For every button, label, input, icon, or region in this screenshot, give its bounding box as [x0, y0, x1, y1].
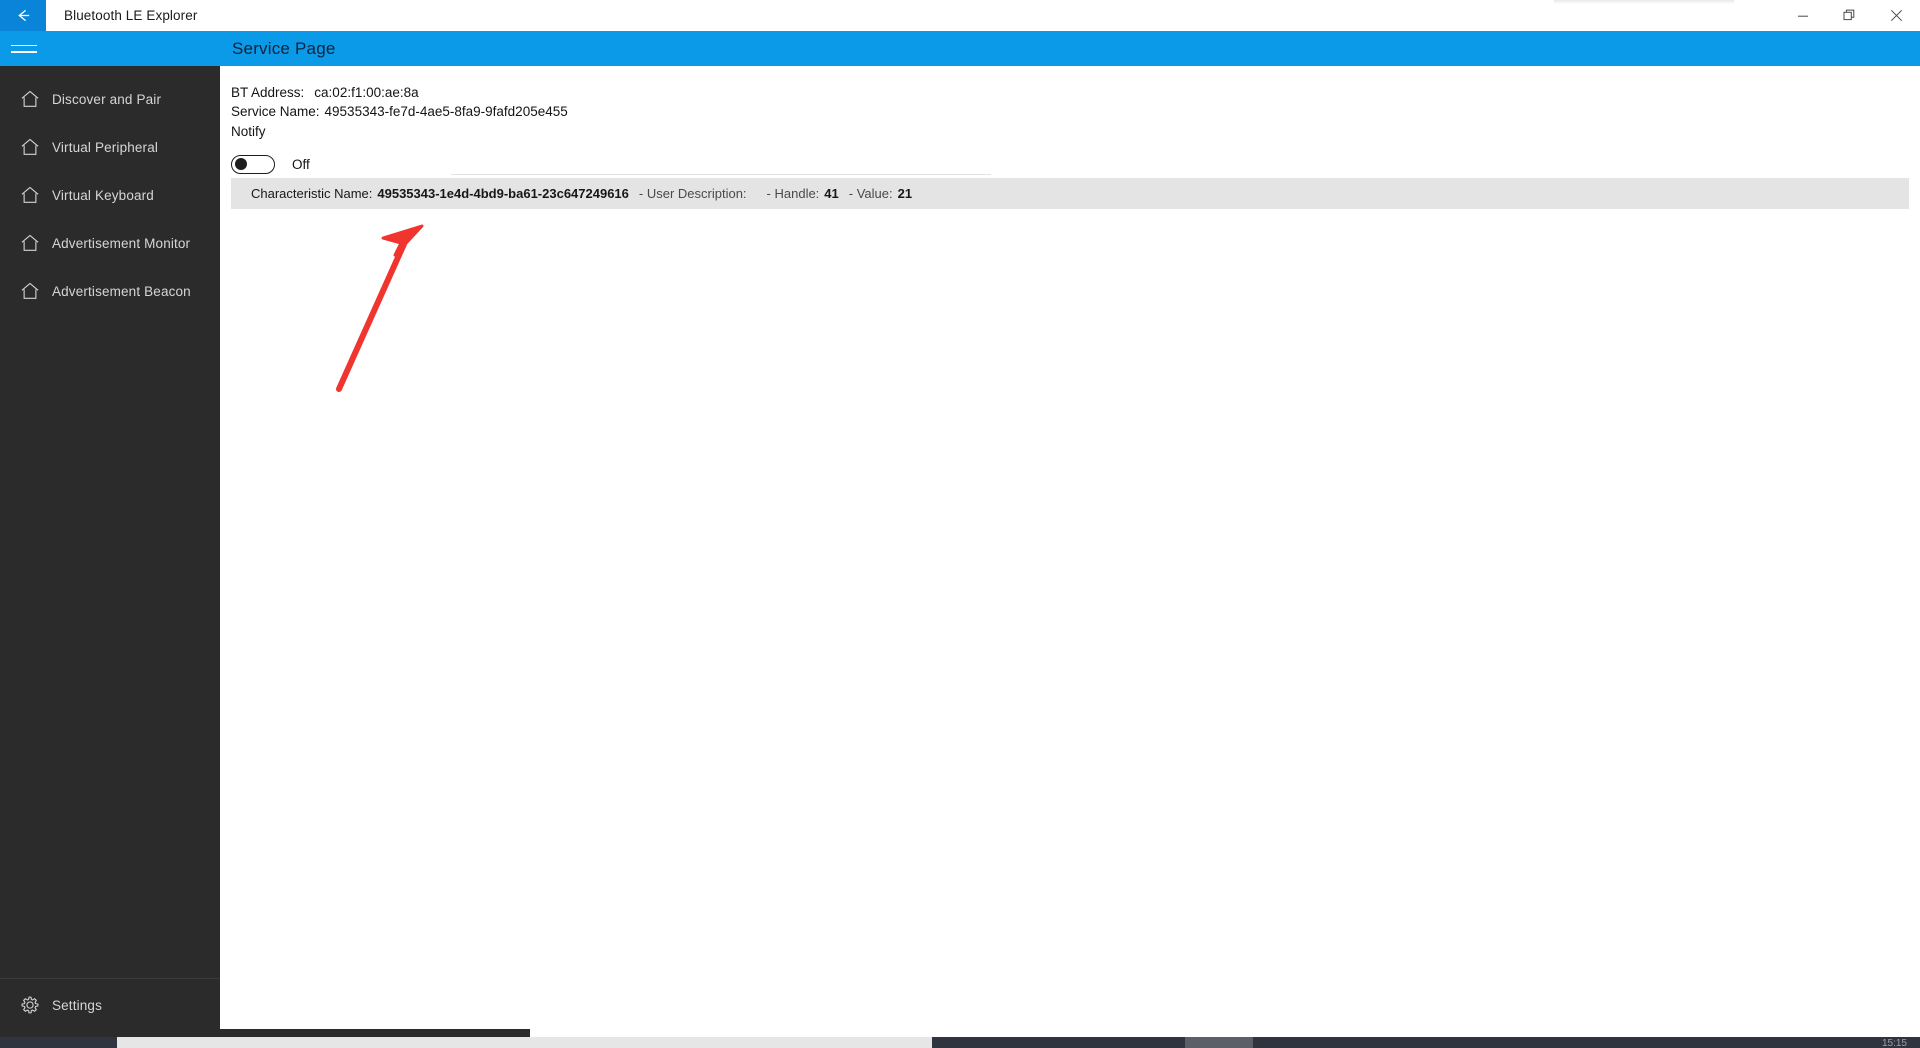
home-icon — [8, 184, 52, 206]
sidebar-item-label: Advertisement Beacon — [52, 283, 191, 299]
user-description-label: - User Description: — [638, 186, 747, 201]
sidebar-nav-list: Discover and Pair Virtual Peripheral Vir… — [0, 66, 220, 315]
sidebar-item-advertisement-monitor[interactable]: Advertisement Monitor — [0, 219, 220, 267]
application-window: Bluetooth LE Explorer Discover and Pair … — [0, 0, 1920, 1048]
toggle-knob — [235, 158, 247, 170]
sidebar-item-label: Virtual Keyboard — [52, 187, 154, 203]
app-title: Bluetooth LE Explorer — [64, 8, 198, 23]
handle-value: 41 — [824, 186, 839, 201]
close-button[interactable] — [1873, 0, 1920, 31]
service-name-value: 49535343-fe7d-4ae5-8fa9-9fafd205e455 — [324, 104, 568, 119]
sidebar-item-discover-and-pair[interactable]: Discover and Pair — [0, 75, 220, 123]
bt-address-label: BT Address: — [231, 85, 305, 100]
home-icon — [8, 88, 52, 110]
sidebar-item-virtual-peripheral[interactable]: Virtual Peripheral — [0, 123, 220, 171]
window-controls — [1779, 0, 1920, 31]
hamburger-menu-icon — [11, 39, 37, 59]
sidebar-item-virtual-keyboard[interactable]: Virtual Keyboard — [0, 171, 220, 219]
page-header-bar: Service Page — [220, 31, 1920, 66]
sidebar-item-label: Virtual Peripheral — [52, 139, 159, 155]
restore-window-icon — [1843, 9, 1856, 22]
minimize-button[interactable] — [1779, 0, 1826, 31]
value-label: - Value: — [848, 186, 893, 201]
notify-toggle-row: Off — [220, 152, 1920, 176]
back-arrow-icon — [14, 6, 33, 25]
main-content: BT Address: ca:02:f1:00:ae:8a Service Nam… — [220, 66, 1920, 1029]
taskbar-active-window-item[interactable] — [117, 1037, 932, 1048]
notify-toggle-switch[interactable] — [231, 154, 275, 174]
taskbar-clock[interactable]: 15:15 — [1882, 1038, 1907, 1048]
taskbar-highlighted-item[interactable] — [1185, 1037, 1253, 1048]
sidebar-item-advertisement-beacon[interactable]: Advertisement Beacon — [0, 267, 220, 315]
bt-address-value: ca:02:f1:00:ae:8a — [314, 85, 419, 100]
background-window-edge — [1554, 0, 1734, 4]
sidebar-item-settings[interactable]: Settings — [0, 981, 220, 1029]
navigation-sidebar: Discover and Pair Virtual Peripheral Vir… — [0, 31, 220, 1048]
handle-label: - Handle: — [766, 186, 820, 201]
sidebar-footer: Settings — [0, 978, 220, 1029]
minimize-icon — [1797, 10, 1809, 22]
service-name-label: Service Name: — [231, 104, 320, 119]
sidebar-item-label: Discover and Pair — [52, 91, 162, 107]
notify-toggle-state-label: Off — [292, 156, 310, 172]
characteristic-row[interactable]: Characteristic Name: 49535343-1e4d-4bd9-b… — [231, 178, 1909, 209]
back-button[interactable] — [0, 0, 46, 31]
close-icon — [1890, 9, 1903, 22]
menu-toggle-button[interactable] — [0, 31, 220, 66]
characteristic-name-value: 49535343-1e4d-4bd9-ba61-23c647249616 — [377, 186, 629, 201]
title-bar: Bluetooth LE Explorer — [0, 0, 1920, 31]
taskbar: 15:15 — [0, 1029, 1920, 1048]
bt-address-line: BT Address: ca:02:f1:00:ae:8a — [220, 83, 1920, 102]
home-icon — [8, 280, 52, 302]
notify-label: Notify — [231, 124, 266, 139]
sidebar-item-label: Settings — [52, 997, 102, 1013]
maximize-restore-button[interactable] — [1826, 0, 1873, 31]
service-name-line: Service Name: 49535343-fe7d-4ae5-8fa9-9fa… — [220, 102, 1920, 121]
value-value: 21 — [897, 186, 913, 201]
gear-icon — [8, 994, 52, 1016]
section-divider — [451, 174, 991, 175]
home-icon — [8, 136, 52, 158]
sidebar-item-label: Advertisement Monitor — [52, 235, 191, 251]
home-icon — [8, 232, 52, 254]
page-title: Service Page — [232, 38, 336, 58]
characteristic-name-label: Characteristic Name: — [251, 186, 373, 201]
